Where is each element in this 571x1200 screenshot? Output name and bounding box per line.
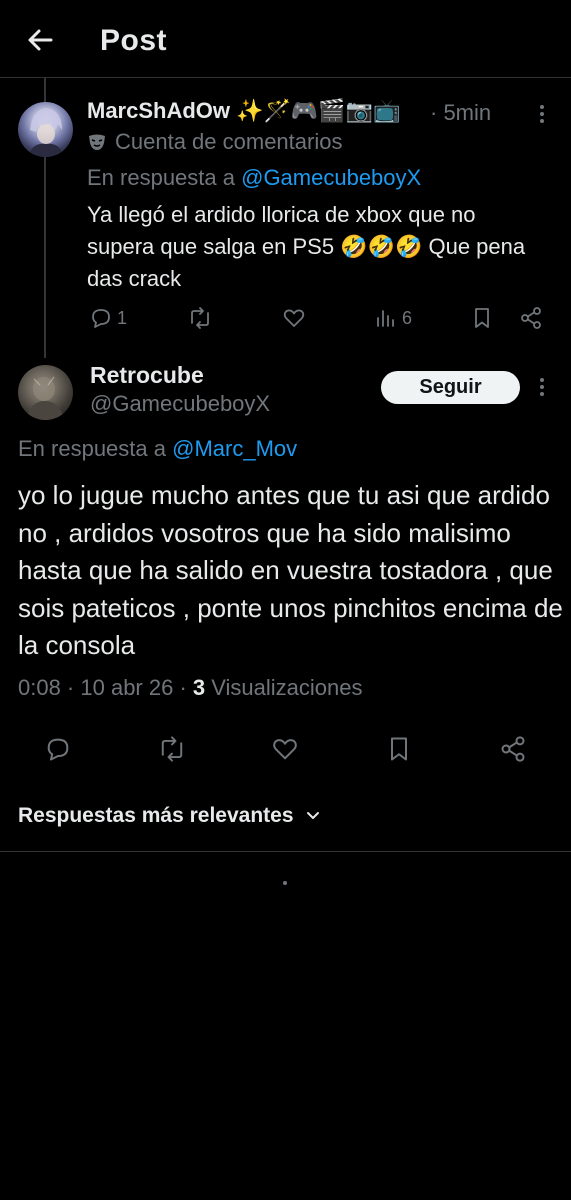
author-name[interactable]: Retrocube	[90, 362, 204, 389]
like-button[interactable]	[282, 306, 306, 330]
view-count: 6	[402, 307, 413, 328]
reply-button[interactable]: 1	[89, 306, 127, 330]
automated-account-label: Cuenta de comentarios	[87, 129, 342, 155]
avatar-figure	[28, 108, 64, 157]
bookmark-button[interactable]	[385, 735, 413, 763]
bookmark-icon	[475, 308, 489, 328]
share-icon	[501, 736, 525, 762]
loading-indicator	[283, 881, 287, 885]
author-name[interactable]: MarcShAdOw ✨🪄🎮🎬📷📺	[87, 98, 401, 124]
repost-button[interactable]	[187, 306, 213, 330]
views-label: Visualizaciones	[205, 675, 363, 700]
comment-icon	[92, 309, 110, 328]
replying-to: En respuesta a @GamecubeboyX	[87, 165, 421, 191]
more-vertical-icon	[540, 105, 544, 123]
views-count: 3	[192, 675, 206, 700]
arrow-left-icon	[28, 29, 53, 51]
mention-link[interactable]: @Marc_Mov	[172, 436, 297, 461]
reply-button[interactable]	[44, 735, 72, 763]
repost-button[interactable]	[157, 735, 187, 763]
reply-count: 1	[117, 307, 128, 328]
avatar-figure	[26, 376, 64, 420]
comment-icon	[47, 738, 69, 761]
follow-button[interactable]: Seguir	[381, 371, 520, 404]
heart-icon	[273, 739, 297, 760]
mention-link[interactable]: @GamecubeboyX	[241, 165, 421, 190]
bar-chart-icon	[377, 310, 394, 327]
share-icon	[521, 307, 541, 329]
post-metadata: 0:08 · 10 abr 26 · 3 Visualizaciones	[18, 675, 363, 701]
avatar[interactable]	[18, 365, 73, 420]
share-button[interactable]	[499, 735, 527, 763]
repost-icon	[191, 307, 209, 329]
repost-icon	[161, 736, 183, 762]
back-button[interactable]	[20, 22, 60, 58]
post-timestamp[interactable]: 0:08 · 10 abr 26 ·	[18, 675, 193, 700]
more-options-button[interactable]	[530, 373, 554, 401]
divider	[0, 851, 571, 852]
replying-prefix: En respuesta a	[18, 436, 173, 461]
share-button[interactable]	[519, 306, 543, 330]
page-title: Post	[100, 24, 168, 57]
post-actions	[0, 735, 571, 771]
sort-replies-dropdown[interactable]: Respuestas más relevantes	[18, 804, 320, 828]
mask-icon	[87, 132, 107, 152]
post-actions: 1 6	[87, 306, 557, 336]
author-handle[interactable]: @GamecubeboyX	[90, 391, 270, 417]
replying-prefix: En respuesta a	[87, 165, 242, 190]
more-vertical-icon	[540, 378, 544, 396]
sort-label: Respuestas más relevantes	[18, 804, 294, 827]
bookmark-button[interactable]	[470, 306, 494, 330]
post-time[interactable]: · 5min	[430, 100, 491, 126]
post-text: yo lo jugue mucho antes que tu asi que a…	[18, 480, 563, 660]
replying-to: En respuesta a @Marc_Mov	[18, 436, 297, 462]
like-button[interactable]	[271, 735, 299, 763]
more-options-button[interactable]	[530, 100, 554, 128]
avatar[interactable]	[18, 102, 73, 157]
views-button[interactable]: 6	[374, 306, 412, 330]
heart-icon	[283, 309, 305, 327]
chevron-down-icon	[306, 812, 319, 819]
post-text: Ya llegó el ardido llorica de xbox que n…	[87, 202, 526, 291]
bookmark-icon	[391, 737, 407, 761]
top-bar: Post	[0, 0, 571, 78]
automated-text: Cuenta de comentarios	[115, 129, 343, 154]
